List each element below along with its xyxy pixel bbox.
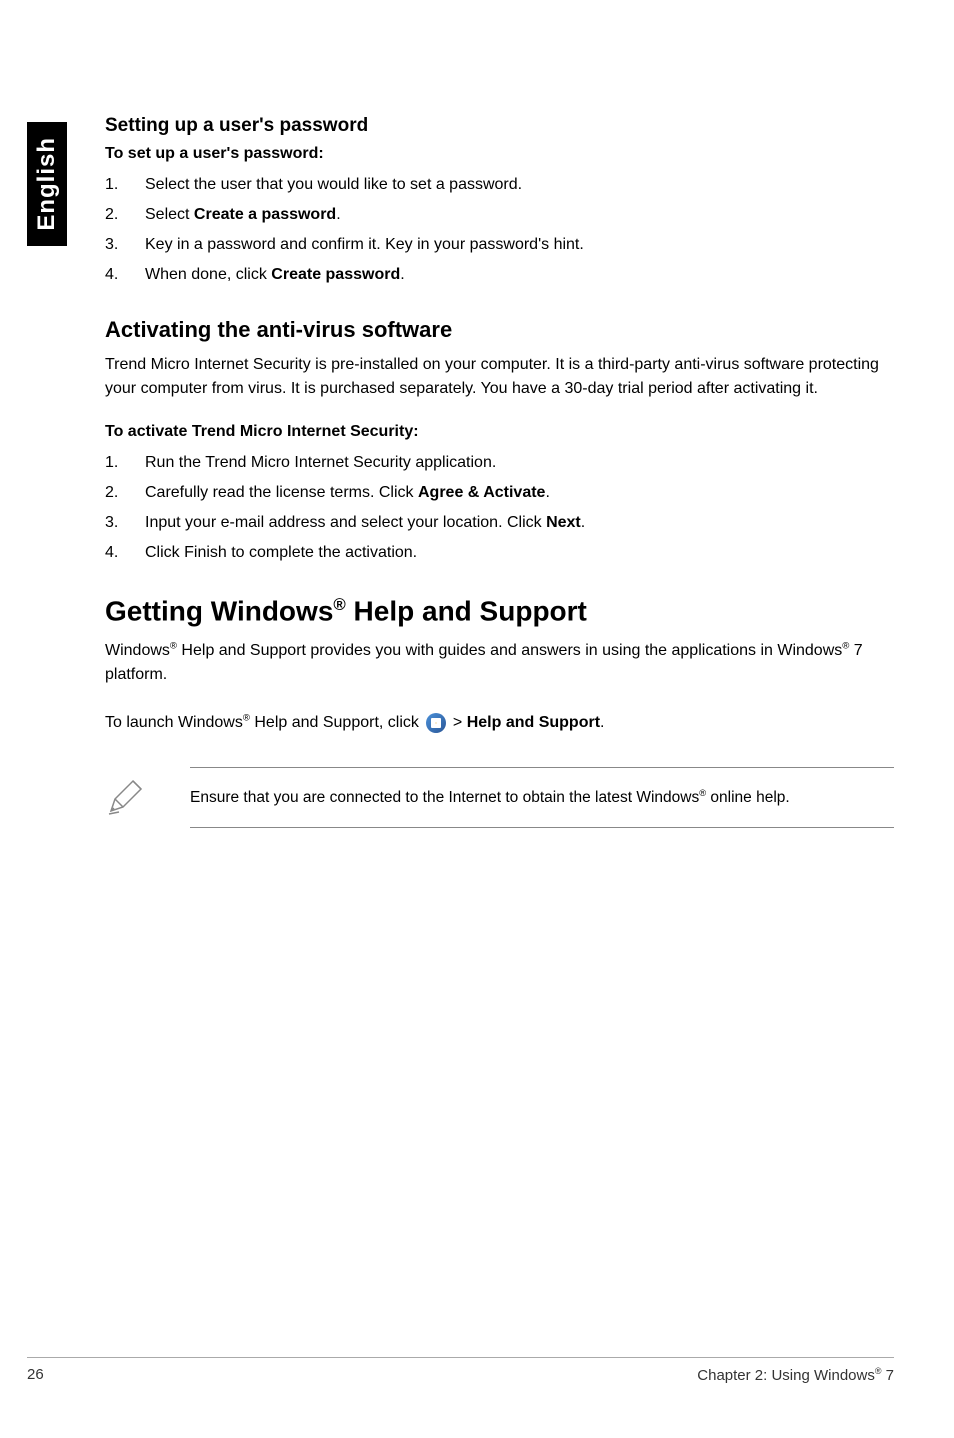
windows-start-icon xyxy=(426,713,446,733)
list-text: Select the user that you would like to s… xyxy=(145,173,894,197)
list-text: Input your e-mail address and select you… xyxy=(145,511,894,535)
list-text: Carefully read the license terms. Click … xyxy=(145,481,894,505)
list-num: 4. xyxy=(105,541,145,565)
list-item: 3. Key in a password and confirm it. Key… xyxy=(105,233,894,257)
section1-list: 1. Select the user that you would like t… xyxy=(105,173,894,287)
page-footer: 26 Chapter 2: Using Windows® 7 xyxy=(27,1357,894,1384)
list-item: 4. Click Finish to complete the activati… xyxy=(105,541,894,565)
list-item: 1. Run the Trend Micro Internet Security… xyxy=(105,451,894,475)
launch-instruction: To launch Windows® Help and Support, cli… xyxy=(105,709,894,736)
list-num: 2. xyxy=(105,481,145,505)
page-number: 26 xyxy=(27,1366,44,1384)
note-block: Ensure that you are connected to the Int… xyxy=(105,767,894,828)
list-text: Run the Trend Micro Internet Security ap… xyxy=(145,451,894,475)
section2-intro: To activate Trend Micro Internet Securit… xyxy=(105,423,894,441)
page-content: Setting up a user's password To set up a… xyxy=(0,0,954,828)
list-item: 1. Select the user that you would like t… xyxy=(105,173,894,197)
list-text: Click Finish to complete the activation. xyxy=(145,541,894,565)
list-num: 2. xyxy=(105,203,145,227)
list-num: 3. xyxy=(105,233,145,257)
section2-list: 1. Run the Trend Micro Internet Security… xyxy=(105,451,894,565)
chapter-label: Chapter 2: Using Windows® 7 xyxy=(697,1366,894,1384)
list-num: 1. xyxy=(105,173,145,197)
note-text: Ensure that you are connected to the Int… xyxy=(190,786,894,809)
list-num: 3. xyxy=(105,511,145,535)
section2-desc: Trend Micro Internet Security is pre-ins… xyxy=(105,353,894,401)
list-text: Select Create a password. xyxy=(145,203,894,227)
list-item: 4. When done, click Create password. xyxy=(105,263,894,287)
language-side-tab: English xyxy=(27,122,67,246)
list-item: 2. Carefully read the license terms. Cli… xyxy=(105,481,894,505)
list-num: 4. xyxy=(105,263,145,287)
note-text-wrap: Ensure that you are connected to the Int… xyxy=(190,767,894,828)
list-text: Key in a password and confirm it. Key in… xyxy=(145,233,894,257)
list-item: 2. Select Create a password. xyxy=(105,203,894,227)
section2-title: Activating the anti-virus software xyxy=(105,317,894,343)
section3-desc: Windows® Help and Support provides you w… xyxy=(105,639,894,687)
list-text: When done, click Create password. xyxy=(145,263,894,287)
list-item: 3. Input your e-mail address and select … xyxy=(105,511,894,535)
pencil-icon xyxy=(105,777,145,817)
section3-title: Getting Windows® Help and Support xyxy=(105,595,894,627)
section1-intro: To set up a user's password: xyxy=(105,145,894,163)
language-label: English xyxy=(33,137,61,231)
section1-title: Setting up a user's password xyxy=(105,115,894,137)
list-num: 1. xyxy=(105,451,145,475)
